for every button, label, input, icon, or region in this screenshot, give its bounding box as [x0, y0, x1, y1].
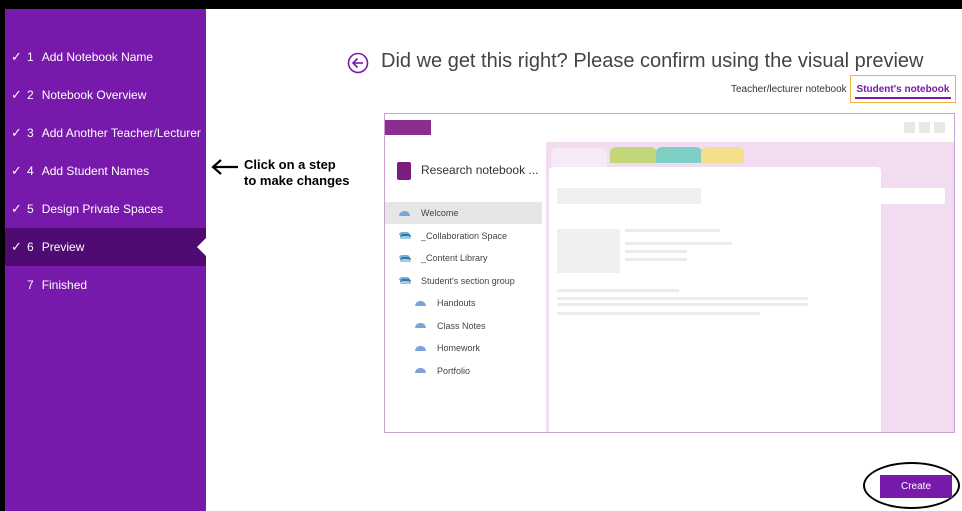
active-step-pointer: [197, 237, 207, 257]
preview-section-label: Class Notes: [437, 320, 486, 331]
preview-section-item: _Collaboration Space: [385, 225, 542, 247]
step-3[interactable]: ✓ 3 Add Another Teacher/Lecturer: [5, 114, 206, 152]
checkmark-icon: ✓: [11, 87, 22, 102]
checkmark-icon: ✓: [11, 125, 22, 140]
annotation-line-1: Click on a step: [244, 157, 336, 172]
checkmark-icon: ✓: [11, 201, 22, 216]
section-icon: [415, 323, 426, 328]
placeholder-image: [557, 229, 620, 273]
step-label: Add Notebook Name: [41, 50, 154, 64]
preview-section-item: Class Notes: [385, 315, 542, 337]
placeholder-title: [557, 188, 701, 204]
tab-student-notebook[interactable]: Student's notebook: [850, 75, 956, 103]
step-5[interactable]: ✓ 5 Design Private Spaces: [5, 190, 206, 228]
step-number: 1: [27, 50, 34, 64]
preview-section-tab: [656, 147, 702, 163]
preview-section-item: _Content Library: [385, 247, 542, 269]
step-label: Design Private Spaces: [41, 202, 164, 216]
notebook-visual-preview: Research notebook ... Welcome _Collaborat…: [384, 113, 955, 433]
steps-sidebar: ✓ 1 Add Notebook Name ✓ 2 Notebook Overview ✓ 3…: [5, 9, 207, 511]
section-group-icon: [399, 254, 411, 262]
step-label: Add Student Names: [41, 164, 150, 178]
step-label: Notebook Overview: [41, 88, 147, 102]
preview-search-box: [881, 188, 945, 204]
step-2[interactable]: ✓ 2 Notebook Overview: [5, 76, 206, 114]
notebook-icon: [397, 162, 411, 180]
top-border: [0, 0, 962, 9]
placeholder-line: [625, 242, 732, 245]
placeholder-line: [625, 258, 687, 261]
checkmark-icon: ✓: [11, 49, 22, 64]
placeholder-line: [557, 297, 808, 300]
preview-window-control: [919, 122, 930, 133]
section-group-icon: [399, 232, 411, 239]
preview-section-label: Homework: [437, 343, 481, 353]
annotation-line-2: to make changes: [244, 173, 350, 188]
preview-page-list: [881, 204, 954, 432]
preview-section-label: Student's section group: [421, 275, 515, 286]
checkmark-icon: ✓: [11, 239, 22, 254]
preview-page-canvas: [549, 167, 881, 432]
tab-teacher-notebook[interactable]: Teacher/lecturer notebook: [731, 84, 847, 95]
placeholder-line: [625, 250, 687, 253]
preview-window-control: [934, 122, 945, 133]
preview-section-label: _Collaboration Space: [421, 230, 508, 241]
preview-notebook-name: Research notebook ...: [421, 163, 539, 177]
preview-window-control: [904, 122, 915, 133]
preview-section-item: Student's section group: [385, 270, 542, 292]
step-label: Finished: [41, 278, 88, 292]
arrow-left-icon: [211, 159, 238, 175]
step-label: Add Another Teacher/Lecturer: [41, 126, 201, 140]
step-number: 3: [27, 126, 34, 140]
preview-titlebar: [385, 120, 431, 135]
section-icon: [399, 210, 410, 216]
preview-section-item: Handouts: [385, 292, 542, 314]
section-icon: [415, 345, 426, 351]
preview-section-item: Homework: [385, 337, 542, 359]
section-icon: [415, 300, 426, 306]
preview-section-item: Portfolio: [385, 360, 542, 382]
page-title: Did we get this right? Please confirm us…: [381, 50, 924, 72]
placeholder-line: [557, 312, 760, 315]
step-number: 7: [27, 278, 34, 292]
placeholder-line: [625, 229, 720, 232]
preview-section-tab: [701, 147, 744, 163]
step-7[interactable]: 7 Finished: [5, 266, 206, 304]
step-6[interactable]: ✓ 6 Preview: [5, 228, 207, 266]
back-arrow-circle-icon[interactable]: [347, 52, 369, 74]
step-number: 6: [27, 240, 34, 254]
step-number: 4: [27, 164, 34, 178]
preview-navigation-pane: Research notebook ... Welcome _Collaborat…: [385, 142, 546, 432]
section-icon: [415, 368, 426, 373]
annotation-text: Click on a step to make changes: [244, 157, 384, 189]
create-button[interactable]: Create: [880, 475, 952, 498]
step-4[interactable]: ✓ 4 Add Student Names: [5, 152, 206, 190]
preview-section-label: _Content Library: [421, 253, 488, 263]
placeholder-line: [557, 289, 679, 292]
preview-section-tab: [610, 147, 657, 163]
preview-section-label: Handouts: [437, 298, 476, 308]
placeholder-line: [557, 303, 808, 306]
preview-section-label: Portfolio: [437, 365, 471, 376]
step-label: Preview: [41, 240, 85, 254]
step-1[interactable]: ✓ 1 Add Notebook Name: [5, 38, 206, 76]
step-number: 2: [27, 88, 34, 102]
preview-section-item: Welcome: [385, 202, 542, 224]
preview-section-label: Welcome: [421, 208, 459, 218]
section-group-icon: [399, 277, 411, 284]
checkmark-icon: ✓: [11, 163, 22, 178]
step-number: 5: [27, 202, 34, 216]
